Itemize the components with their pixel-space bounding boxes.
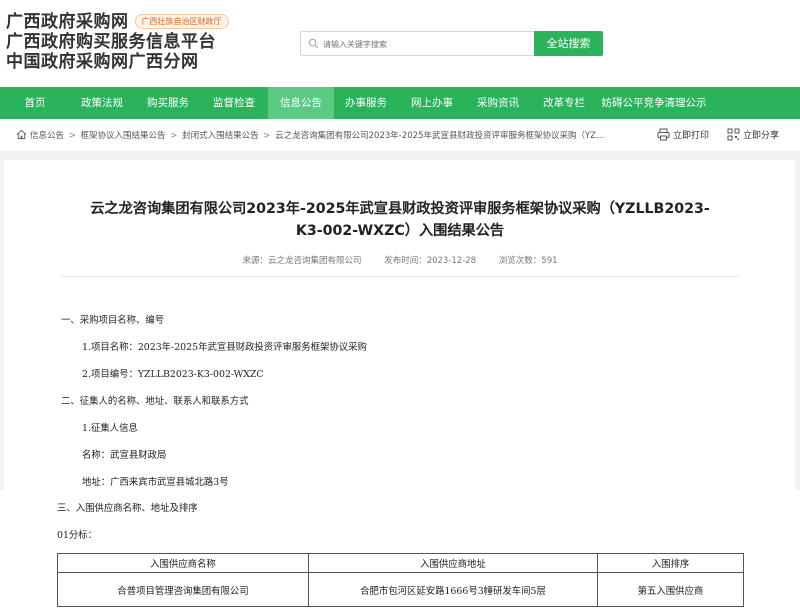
nav-item-services[interactable]: 办事服务 [334,87,398,119]
nav-item-announcements[interactable]: 信息公告 [268,87,334,119]
search-icon [308,38,319,49]
collector-info-label: 1.征集人信息 [82,423,138,434]
breadcrumb: 信息公告 > 框架协议入围结果公告 > 封闭式入围结果公告 > 云之龙咨询集团有… [16,129,604,141]
logo-line-1: 广西政府采购网 [6,12,129,32]
table-cell: 合肥市包河区延安路1666号3幢研发车间5层 [308,572,598,607]
table-cell: 第五入围供应商 [597,572,744,607]
qrcode-icon [727,128,740,141]
article-source: 来源：云之龙咨询集团有限公司 [242,256,362,266]
share-label: 立即分享 [743,131,780,141]
breadcrumb-item-3[interactable]: 封闭式入围结果公告 [182,131,259,141]
nav-item-reform[interactable]: 改革专栏 [532,87,596,119]
breadcrumb-bar: 信息公告 > 框架协议入围结果公告 > 封闭式入围结果公告 > 云之龙咨询集团有… [0,119,800,152]
share-button[interactable]: 立即分享 [727,128,779,141]
nav-item-purchase-service[interactable]: 购买服务 [136,87,200,119]
print-label: 立即打印 [673,131,710,141]
logo-line-3: 中国政府采购网广西分网 [6,52,199,72]
printer-icon [657,128,670,141]
article-title: 云之龙咨询集团有限公司2023年-2025年武宣县财政投资评审服务框架协议采购（… [20,198,780,242]
section-heading-1: 一、采购项目名称、编号 [61,315,165,326]
breadcrumb-item-2[interactable]: 框架协议入围结果公告 [81,131,166,141]
print-button[interactable]: 立即打印 [657,128,709,141]
project-number: 2.项目编号：YZLLB2023-K3-002-WXZC [82,369,264,380]
table-header-cell: 入围供应商地址 [308,553,598,573]
table-row: 合普项目管理咨询集团有限公司 合肥市包河区延安路1666号3幢研发车间5层 第五… [57,572,744,607]
article-views: 浏览次数：591 [498,256,558,266]
lot-label: 01分标： [57,530,98,541]
table-header-row: 入围供应商名称 入围供应商地址 入围排序 [57,553,744,573]
site-logo[interactable]: 广西政府采购网 广西壮族自治区财政厅 广西政府购买服务信息平台 中国政府采购网广西… [6,12,229,72]
home-icon[interactable] [16,129,27,140]
breadcrumb-item-1[interactable]: 信息公告 [30,131,64,141]
article-meta: 来源：云之龙咨询集团有限公司 发布时间：2023-12-28 浏览次数：591 [0,254,800,266]
article-title-line-1: 云之龙咨询集团有限公司2023年-2025年武宣县财政投资评审服务框架协议采购（… [90,201,710,217]
table-header-cell: 入围供应商名称 [57,553,309,573]
section-heading-2: 二、征集人的名称、地址、联系人和联系方式 [61,396,249,407]
search-input[interactable] [323,35,523,53]
table-cell: 合普项目管理咨询集团有限公司 [57,572,309,607]
article-publish-time: 发布时间：2023-12-28 [384,256,477,266]
project-name: 1.项目名称：2023年-2025年武宣县财政投资评审服务框架协议采购 [82,342,367,353]
nav-item-home[interactable]: 首页 [8,87,62,119]
site-header: 广西政府采购网 广西壮族自治区财政厅 广西政府购买服务信息平台 中国政府采购网广西… [0,0,800,87]
search-button[interactable]: 全站搜索 [534,31,603,56]
nav-item-fair-competition[interactable]: 妨碍公平竞争清理公示 [598,87,710,119]
search-box [300,31,535,56]
collector-name: 名称：武宣县财政局 [82,450,167,461]
divider [60,276,740,277]
nav-item-supervision[interactable]: 监督检查 [202,87,266,119]
logo-tag: 广西壮族自治区财政厅 [134,14,229,29]
nav-item-online[interactable]: 网上办事 [400,87,464,119]
main-nav: 首页 政策法规 购买服务 监督检查 信息公告 办事服务 网上办事 采购资讯 改革… [0,87,800,119]
section-heading-3: 三、入围供应商名称、地址及排序 [57,503,198,514]
table-header-cell: 入围排序 [597,553,744,573]
logo-line-2: 广西政府购买服务信息平台 [6,32,216,52]
nav-item-news[interactable]: 采购资讯 [466,87,530,119]
nav-item-policy[interactable]: 政策法规 [70,87,134,119]
article-title-line-2: K3-002-WXZC）入围结果公告 [295,223,505,239]
collector-address: 地址：广西来宾市武宣县城北路3号 [82,477,229,488]
supplier-table: 入围供应商名称 入围供应商地址 入围排序 合普项目管理咨询集团有限公司 合肥市包… [57,553,744,607]
breadcrumb-current: 云之龙咨询集团有限公司2023年-2025年武宣县财政投资评审服务框架协议采购（… [275,131,605,141]
